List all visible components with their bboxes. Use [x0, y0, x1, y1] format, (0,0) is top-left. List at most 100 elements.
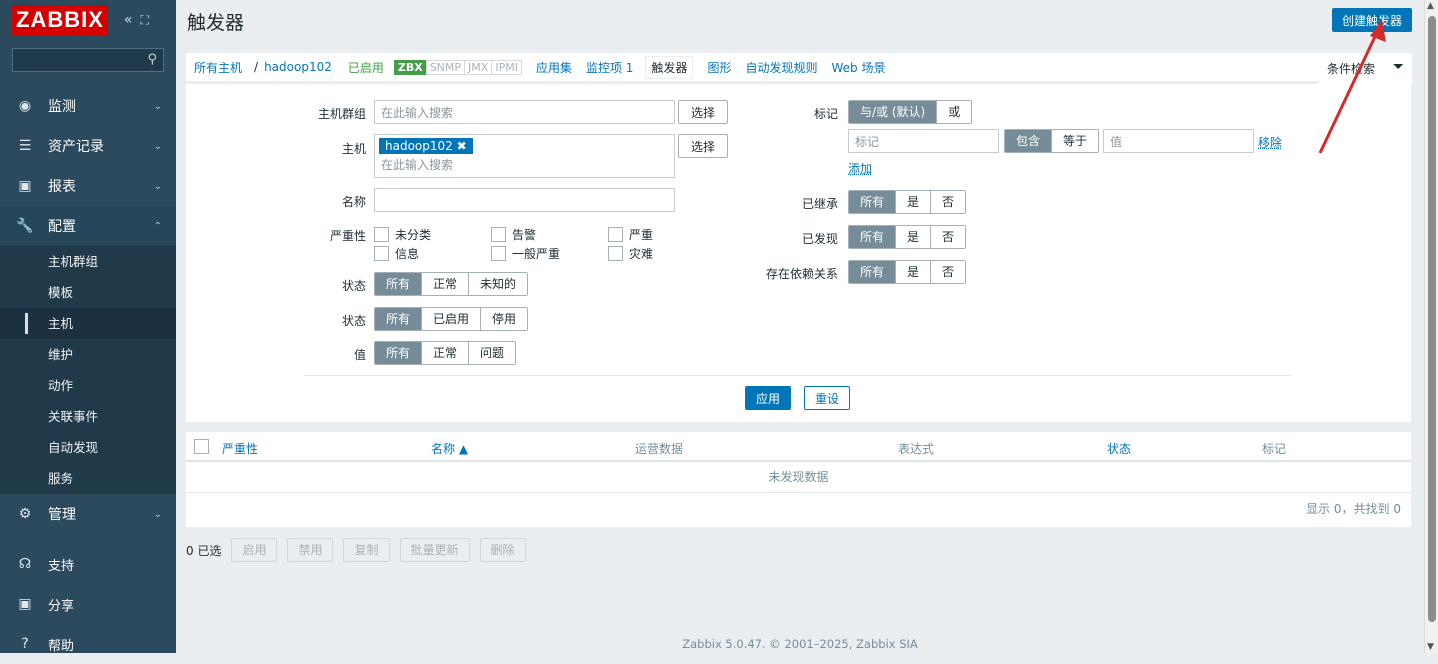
- host-group-input[interactable]: 在此输入搜索: [374, 100, 675, 124]
- mass-enable-button[interactable]: 启用: [231, 538, 278, 562]
- state-normal[interactable]: 正常: [421, 273, 469, 295]
- scrollbar-thumb[interactable]: [1428, 16, 1436, 622]
- breadcrumb-host[interactable]: hadoop102: [264, 60, 332, 74]
- mass-disable-button[interactable]: 禁用: [287, 538, 334, 562]
- severity-warning-checkbox[interactable]: 告警: [491, 226, 536, 243]
- discovered-segmented: 所有 是 否: [848, 225, 967, 249]
- inherited-no[interactable]: 否: [930, 191, 966, 213]
- severity-disaster-checkbox[interactable]: 灾难: [608, 245, 653, 262]
- tag-or[interactable]: 或: [936, 101, 972, 123]
- severity-average-checkbox[interactable]: 一般严重: [491, 245, 560, 262]
- tag-and-or[interactable]: 与/或 (默认): [849, 101, 937, 123]
- discovered-no[interactable]: 否: [930, 226, 966, 248]
- tag-value-input[interactable]: 值: [1103, 129, 1254, 153]
- collapse-sidebar-icon[interactable]: «: [124, 12, 133, 28]
- mass-copy-button[interactable]: 复制: [343, 538, 390, 562]
- sidebar-search: ⚲: [12, 48, 164, 72]
- submenu-hosts[interactable]: 主机: [0, 308, 176, 339]
- menu-configuration[interactable]: 🔧 配置 ⌃: [0, 206, 176, 246]
- search-icon[interactable]: ⚲: [147, 52, 157, 67]
- tab-applications[interactable]: 应用集: [536, 59, 572, 76]
- severity-information-checkbox[interactable]: 信息: [374, 245, 419, 262]
- host-group-select-button[interactable]: 选择: [678, 100, 729, 124]
- breadcrumb-all-hosts[interactable]: 所有主机: [194, 59, 242, 76]
- menu-monitoring[interactable]: ◉ 监测 ⌄: [0, 86, 176, 126]
- page-scrollbar[interactable]: ▲ ▼: [1424, 0, 1438, 653]
- state-unknown[interactable]: 未知的: [468, 273, 528, 295]
- reset-button[interactable]: 重设: [804, 386, 851, 410]
- column-status[interactable]: 状态: [1107, 440, 1131, 457]
- scroll-up-icon[interactable]: ▲: [1427, 1, 1434, 11]
- tag-remove-link[interactable]: 移除: [1258, 134, 1282, 151]
- dependencies-yes[interactable]: 是: [895, 261, 931, 283]
- discovered-yes[interactable]: 是: [895, 226, 931, 248]
- submenu-correlation[interactable]: 关联事件: [0, 401, 176, 432]
- checkbox-label: 灾难: [629, 247, 654, 261]
- severity-not-classified-checkbox[interactable]: 未分类: [374, 226, 431, 243]
- tag-match-segmented: 包含 等于: [1004, 129, 1100, 153]
- value-ok[interactable]: 正常: [421, 342, 469, 364]
- select-all-checkbox[interactable]: [194, 439, 209, 454]
- value-all[interactable]: 所有: [375, 342, 422, 364]
- tab-triggers[interactable]: 触发器: [645, 55, 694, 79]
- status-all[interactable]: 所有: [375, 308, 422, 330]
- status-disabled[interactable]: 停用: [480, 308, 528, 330]
- host-multiselect[interactable]: hadoop102 ✖ 在此输入搜索: [374, 134, 675, 178]
- submenu-services[interactable]: 服务: [0, 463, 176, 494]
- host-status-enabled[interactable]: 已启用: [348, 59, 384, 76]
- kiosk-mode-icon[interactable]: ⛶: [140, 13, 148, 28]
- checkbox-box: [374, 246, 389, 261]
- apply-button[interactable]: 应用: [745, 386, 792, 410]
- menu-help[interactable]: ? 帮助: [0, 624, 176, 664]
- submenu-host-groups[interactable]: 主机群组: [0, 246, 176, 277]
- zabbix-logo[interactable]: ZABBIX: [12, 5, 108, 35]
- menu-label: 报表: [48, 179, 76, 195]
- menu-administration[interactable]: ⚙ 管理 ⌄: [0, 494, 176, 534]
- severity-high-checkbox[interactable]: 严重: [608, 226, 653, 243]
- tab-graphs[interactable]: 图形: [707, 59, 731, 76]
- help-icon: ?: [21, 636, 29, 652]
- checkbox-box: [491, 227, 506, 242]
- dependencies-no[interactable]: 否: [930, 261, 966, 283]
- tag-name-input[interactable]: 标记: [848, 129, 999, 153]
- tag-name-placeholder: 标记: [855, 134, 880, 149]
- value-problem[interactable]: 问题: [468, 342, 516, 364]
- filter-toggle-tab[interactable]: 条件检索 ⏷: [1319, 53, 1412, 84]
- remove-chip-icon[interactable]: ✖: [457, 139, 467, 153]
- column-name[interactable]: 名称 ▲: [431, 440, 468, 457]
- menu-support[interactable]: ☊ 支持: [0, 544, 176, 584]
- menu-reports[interactable]: ▣ 报表 ⌄: [0, 166, 176, 206]
- scroll-down-icon[interactable]: ▼: [1427, 642, 1434, 652]
- submenu-templates[interactable]: 模板: [0, 277, 176, 308]
- host-select-button[interactable]: 选择: [678, 134, 729, 158]
- filter-panel: 主机群组 在此输入搜索 选择 主机 hadoop102 ✖ 在此输入搜索 选择 …: [186, 84, 1411, 422]
- inherited-all[interactable]: 所有: [849, 191, 896, 213]
- dependencies-all[interactable]: 所有: [849, 261, 896, 283]
- table-stats: 显示 0，共找到 0: [1306, 502, 1401, 516]
- state-all[interactable]: 所有: [375, 273, 422, 295]
- submenu-actions[interactable]: 动作: [0, 370, 176, 401]
- submenu-maintenance[interactable]: 维护: [0, 339, 176, 370]
- tab-items[interactable]: 监控项 1: [586, 59, 633, 76]
- gear-icon: ⚙: [18, 506, 32, 522]
- eye-icon: ◉: [18, 98, 32, 114]
- headset-icon: ☊: [18, 556, 32, 572]
- mass-update-button[interactable]: 批量更新: [399, 538, 470, 562]
- column-severity[interactable]: 严重性: [222, 440, 258, 457]
- menu-inventory[interactable]: ☰ 资产记录 ⌄: [0, 126, 176, 166]
- inherited-yes[interactable]: 是: [895, 191, 931, 213]
- tag-add-link[interactable]: 添加: [848, 160, 872, 177]
- host-label: 主机: [341, 142, 366, 156]
- tag-equals[interactable]: 等于: [1051, 130, 1099, 152]
- tab-discovery-rules[interactable]: 自动发现规则: [745, 59, 817, 76]
- sidebar-search-input[interactable]: [13, 49, 163, 71]
- mass-delete-button[interactable]: 删除: [479, 538, 526, 562]
- name-input[interactable]: [374, 188, 675, 212]
- submenu-discovery[interactable]: 自动发现: [0, 432, 176, 463]
- discovered-all[interactable]: 所有: [849, 226, 896, 248]
- status-enabled[interactable]: 已启用: [421, 308, 481, 330]
- menu-share[interactable]: ▣ 分享: [0, 584, 176, 624]
- create-trigger-button[interactable]: 创建触发器: [1331, 8, 1412, 32]
- tag-contains[interactable]: 包含: [1005, 130, 1052, 152]
- tab-web-scenarios[interactable]: Web 场景: [831, 59, 885, 76]
